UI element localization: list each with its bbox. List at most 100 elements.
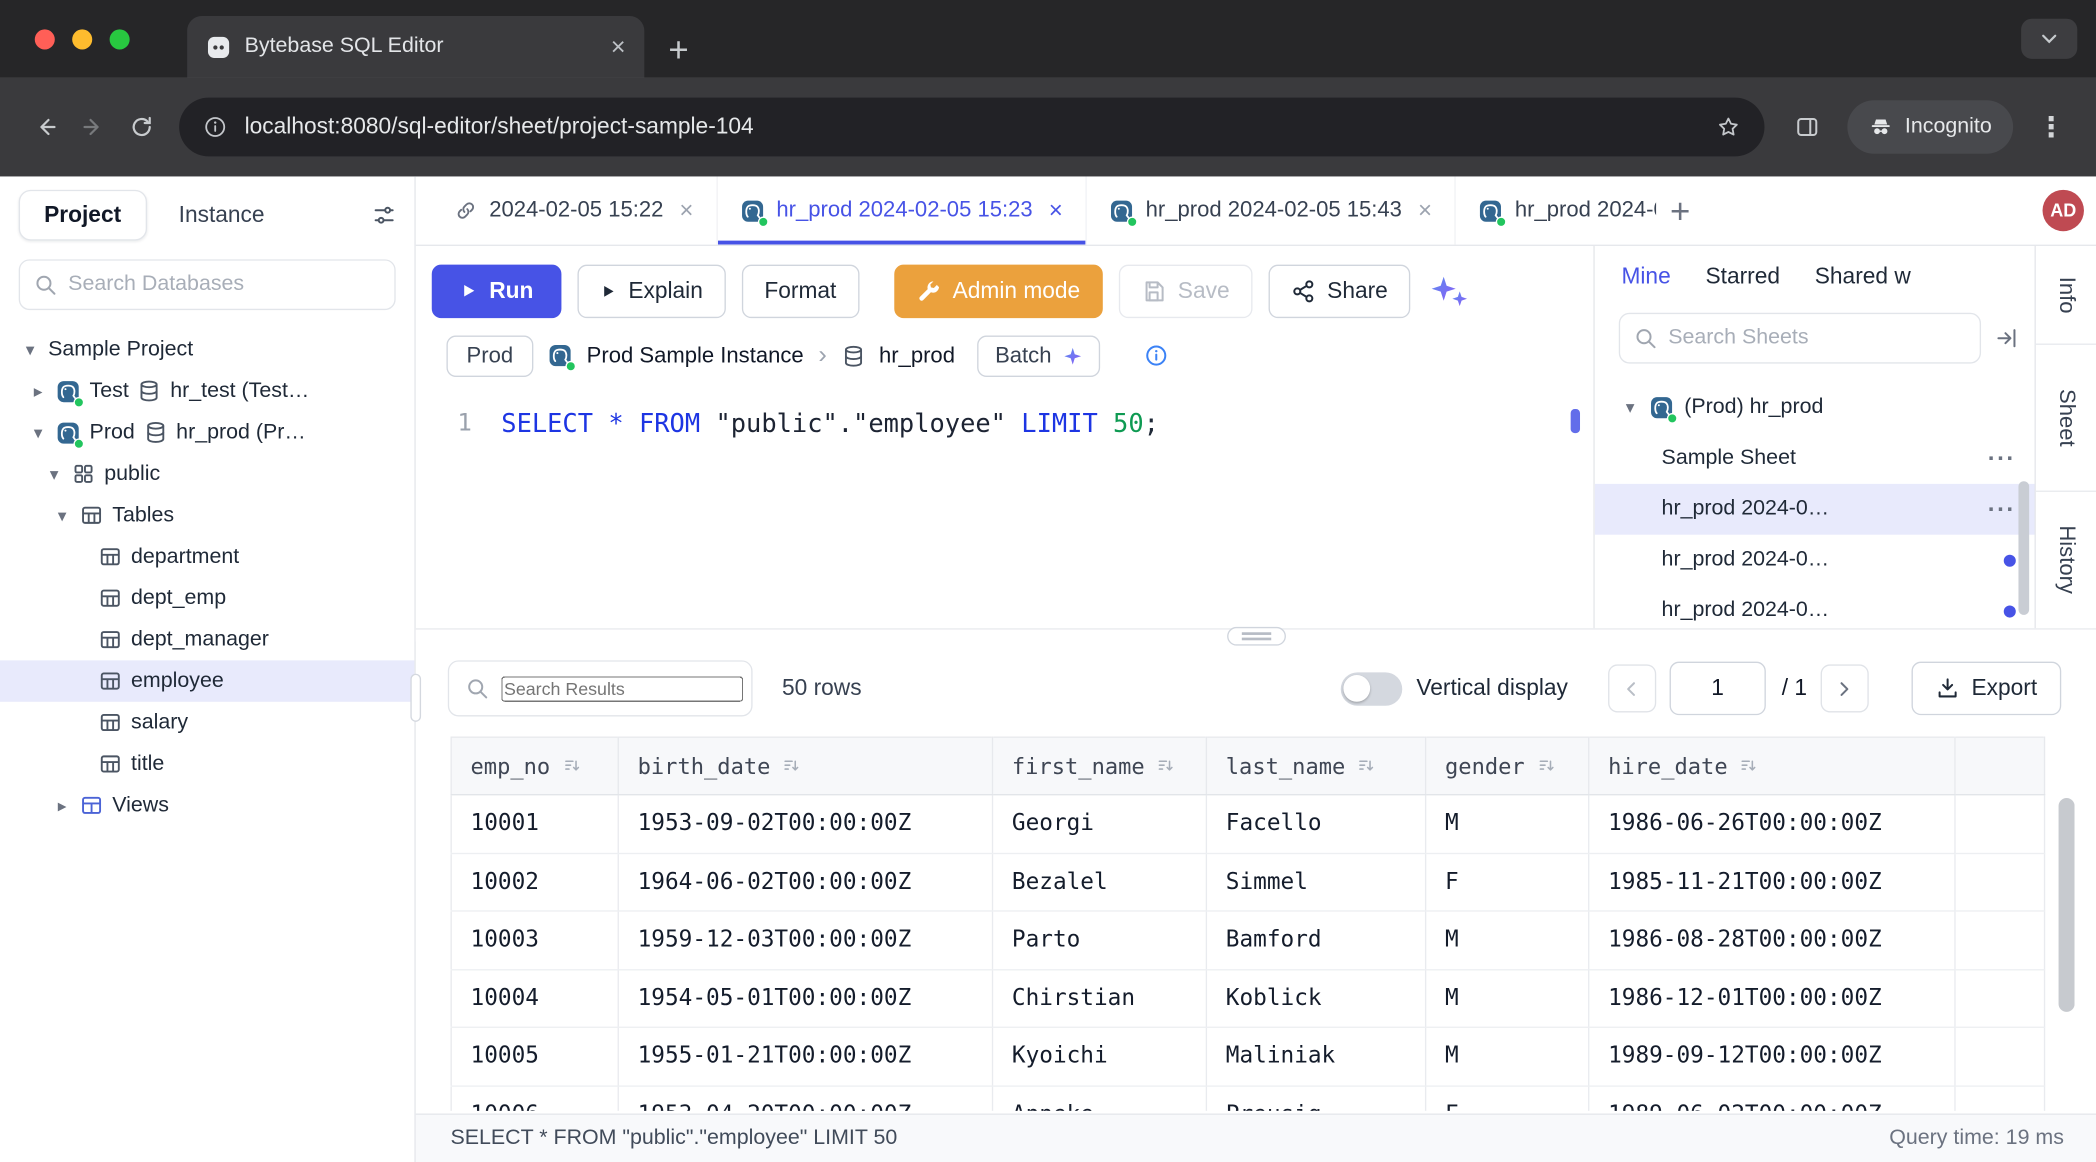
sql-code-area[interactable]: 1 SELECT * FROM "public"."employee" LIMI… bbox=[432, 388, 1594, 629]
filter-settings-button[interactable] bbox=[372, 203, 396, 227]
admin-mode-button[interactable]: Admin mode bbox=[894, 264, 1103, 317]
column-header-birth-date[interactable]: birth_date bbox=[618, 737, 992, 794]
prev-page-button[interactable] bbox=[1608, 664, 1656, 712]
result-row[interactable]: 100031959-12-03T00:00:00ZPartoBamfordM19… bbox=[451, 911, 2044, 969]
run-button[interactable]: Run bbox=[432, 264, 562, 317]
page-number-input[interactable] bbox=[1670, 662, 1766, 715]
vertical-display-toggle[interactable] bbox=[1340, 672, 1401, 705]
tree-item-views[interactable]: ▸Views bbox=[0, 785, 414, 826]
browser-tab[interactable]: Bytebase SQL Editor × bbox=[187, 16, 644, 77]
tab-instance[interactable]: Instance bbox=[179, 202, 265, 229]
tree-item-title[interactable]: title bbox=[0, 743, 414, 784]
result-row[interactable]: 100041954-05-01T00:00:00ZChirstianKoblic… bbox=[451, 969, 2044, 1027]
sidebar-resize-handle[interactable] bbox=[410, 674, 421, 722]
panel-splitter[interactable] bbox=[416, 628, 2096, 641]
sheet-search-input[interactable] bbox=[1668, 326, 1966, 350]
close-window-button[interactable] bbox=[35, 29, 55, 49]
sheet-scrollbar[interactable] bbox=[2018, 481, 2029, 615]
result-row[interactable]: 100061953-04-20T00:00:00ZAnnekePreusigF1… bbox=[451, 1085, 2044, 1110]
sql-tab-hr-prod-2024-0[interactable]: hr_prod 2024-0 bbox=[1456, 176, 1657, 244]
sheet-item-prod-hr-prod[interactable]: ▾(Prod) hr_prod bbox=[1595, 382, 2035, 433]
sort-icon[interactable] bbox=[1157, 757, 1176, 776]
database-search[interactable] bbox=[19, 259, 396, 310]
more-menu-icon[interactable]: ··· bbox=[1988, 444, 2016, 472]
site-info-icon[interactable] bbox=[203, 115, 227, 139]
sheet-search[interactable] bbox=[1619, 313, 1981, 364]
tree-item-public[interactable]: ▾public bbox=[0, 453, 414, 494]
side-panel-button[interactable] bbox=[1783, 103, 1831, 151]
new-browser-tab-button[interactable]: + bbox=[668, 32, 688, 67]
batch-button[interactable]: Batch bbox=[978, 335, 1100, 376]
rail-tab-info[interactable]: Info bbox=[2036, 246, 2096, 345]
sheet-item-hr-prod-2024-0[interactable]: hr_prod 2024-0… bbox=[1595, 585, 2035, 628]
column-header-gender[interactable]: gender bbox=[1426, 737, 1589, 794]
reload-button[interactable] bbox=[118, 103, 166, 151]
new-sheet-tab-button[interactable]: + bbox=[1657, 193, 1704, 228]
save-button[interactable]: Save bbox=[1119, 264, 1252, 317]
tab-starred[interactable]: Starred bbox=[1705, 263, 1780, 290]
sort-icon[interactable] bbox=[1357, 757, 1376, 776]
tab-search-button[interactable] bbox=[2021, 19, 2077, 59]
format-button[interactable]: Format bbox=[742, 264, 859, 317]
tree-item-dept-emp[interactable]: dept_emp bbox=[0, 577, 414, 618]
tree-item-tables[interactable]: ▾Tables bbox=[0, 495, 414, 536]
sql-tab-hr-prod-2024-02-05-15-43[interactable]: hr_prod 2024-02-05 15:43× bbox=[1087, 176, 1456, 244]
splitter-drag-handle[interactable] bbox=[1226, 627, 1285, 646]
forward-button[interactable] bbox=[70, 103, 118, 151]
sql-tab-2024-02-05-15-22[interactable]: 2024-02-05 15:22× bbox=[432, 176, 718, 244]
tree-item-employee[interactable]: employee bbox=[0, 660, 414, 701]
tree-item-department[interactable]: department bbox=[0, 536, 414, 577]
zoom-window-button[interactable] bbox=[110, 29, 130, 49]
next-page-button[interactable] bbox=[1820, 664, 1868, 712]
results-search[interactable] bbox=[448, 660, 753, 716]
ai-assistant-button[interactable] bbox=[1427, 273, 1472, 308]
export-button[interactable]: Export bbox=[1911, 662, 2061, 715]
sheet-item-hr-prod-2024-0[interactable]: hr_prod 2024-0…··· bbox=[1595, 484, 2035, 535]
connection-info-button[interactable] bbox=[1144, 344, 1168, 368]
browser-menu-icon[interactable]: ⋮ bbox=[2029, 110, 2074, 143]
tree-item-prod[interactable]: ▾Prodhr_prod (Pr… bbox=[0, 412, 414, 453]
tab-mine[interactable]: Mine bbox=[1621, 263, 1670, 290]
bookmark-star-icon[interactable] bbox=[1716, 115, 1740, 139]
close-browser-tab-icon[interactable]: × bbox=[611, 34, 626, 59]
explain-button[interactable]: Explain bbox=[578, 264, 726, 317]
database-name[interactable]: hr_prod bbox=[879, 343, 955, 368]
back-button[interactable] bbox=[21, 103, 69, 151]
database-search-input[interactable] bbox=[68, 273, 381, 297]
tab-project[interactable]: Project bbox=[19, 190, 147, 241]
sort-icon[interactable] bbox=[1740, 757, 1759, 776]
address-bar[interactable]: localhost:8080/sql-editor/sheet/project-… bbox=[179, 98, 1764, 157]
results-search-input[interactable] bbox=[501, 676, 743, 701]
tree-item-test[interactable]: ▸Testhr_test (Test… bbox=[0, 370, 414, 411]
user-avatar[interactable]: AD bbox=[2043, 190, 2084, 231]
share-button[interactable]: Share bbox=[1268, 264, 1410, 317]
column-header-first-name[interactable]: first_name bbox=[993, 737, 1207, 794]
tab-shared[interactable]: Shared w bbox=[1815, 263, 1911, 290]
result-row[interactable]: 100021964-06-02T00:00:00ZBezalelSimmelF1… bbox=[451, 853, 2044, 911]
tree-item-salary[interactable]: salary bbox=[0, 702, 414, 743]
result-row[interactable]: 100051955-01-21T00:00:00ZKyoichiMaliniak… bbox=[451, 1027, 2044, 1085]
result-row[interactable]: 100011953-09-02T00:00:00ZGeorgiFacelloM1… bbox=[451, 795, 2044, 853]
column-header-hire-date[interactable]: hire_date bbox=[1589, 737, 1955, 794]
sql-tab-hr-prod-2024-02-05-15-23[interactable]: hr_prod 2024-02-05 15:23× bbox=[718, 176, 1087, 244]
tree-item-dept-manager[interactable]: dept_manager bbox=[0, 619, 414, 660]
close-tab-icon[interactable]: × bbox=[1418, 196, 1432, 224]
environment-badge[interactable]: Prod bbox=[446, 335, 533, 376]
sort-icon[interactable] bbox=[562, 757, 581, 776]
column-header-last-name[interactable]: last_name bbox=[1206, 737, 1425, 794]
results-scrollbar[interactable] bbox=[2059, 798, 2075, 1012]
instance-name[interactable]: Prod Sample Instance bbox=[587, 343, 804, 368]
rail-tab-history[interactable]: History bbox=[2036, 492, 2096, 628]
sort-icon[interactable] bbox=[1537, 757, 1556, 776]
collapse-panel-button[interactable] bbox=[1994, 326, 2018, 350]
sort-icon[interactable] bbox=[782, 757, 801, 776]
close-tab-icon[interactable]: × bbox=[679, 196, 693, 224]
more-menu-icon[interactable]: ··· bbox=[1988, 495, 2016, 523]
close-tab-icon[interactable]: × bbox=[1049, 196, 1063, 224]
tree-item-sample-project[interactable]: ▾Sample Project bbox=[0, 329, 414, 370]
column-header-emp-no[interactable]: emp_no bbox=[451, 737, 618, 794]
rail-tab-sheet[interactable]: Sheet bbox=[2036, 345, 2096, 492]
sheet-item-hr-prod-2024-0[interactable]: hr_prod 2024-0… bbox=[1595, 535, 2035, 586]
minimize-window-button[interactable] bbox=[72, 29, 92, 49]
sheet-item-sample-sheet[interactable]: Sample Sheet··· bbox=[1595, 433, 2035, 484]
